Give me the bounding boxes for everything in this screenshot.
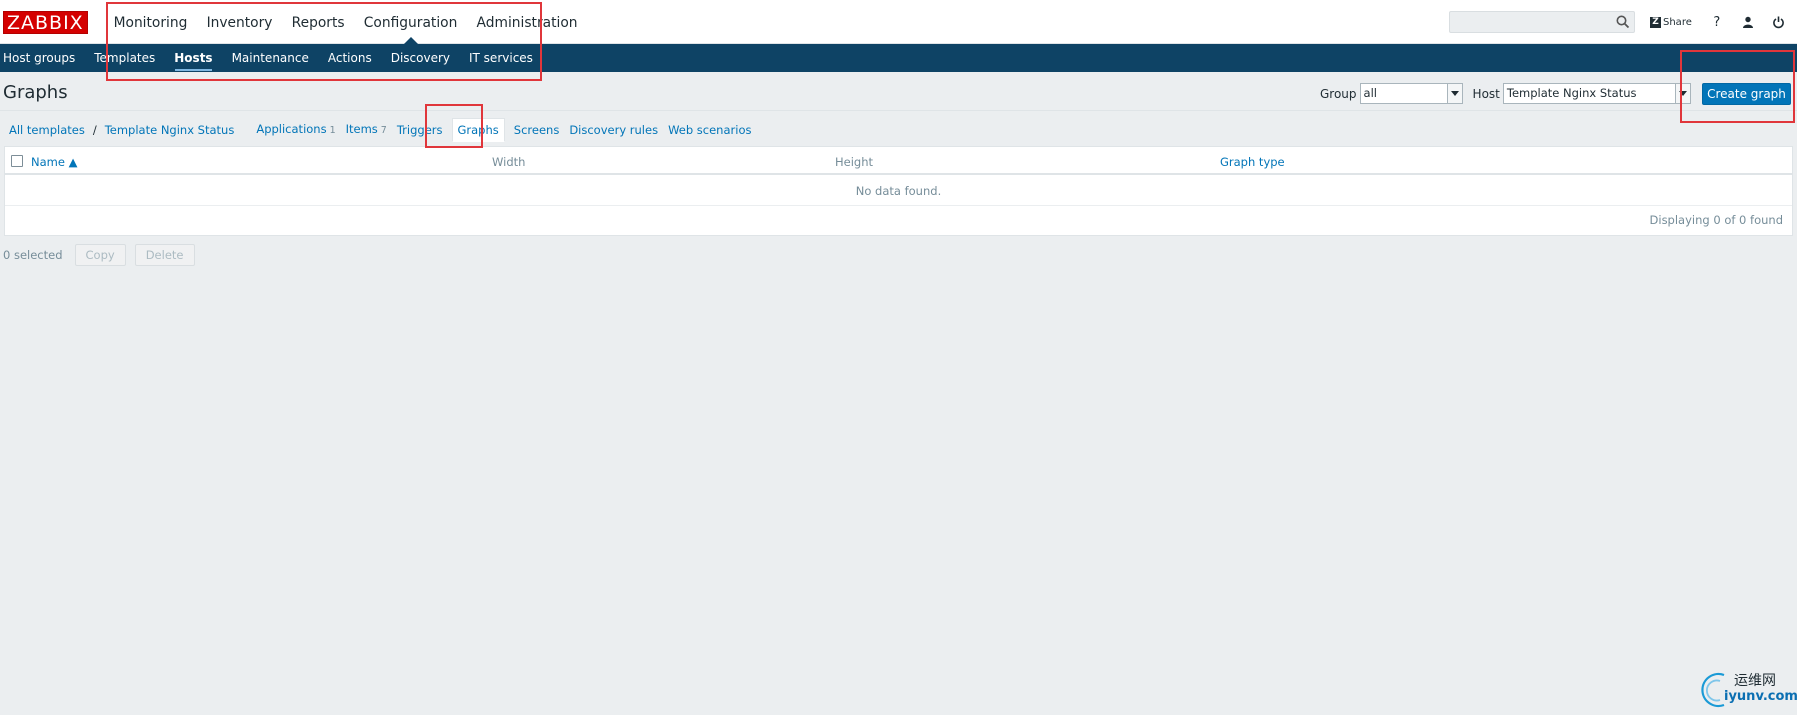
submenu-maintenance[interactable]: Maintenance bbox=[222, 44, 318, 72]
header-divider bbox=[0, 110, 1797, 111]
top-icons: Z Share ? bbox=[1650, 12, 1797, 32]
group-label: Group bbox=[1320, 86, 1357, 101]
share-link[interactable]: Z Share bbox=[1650, 16, 1692, 28]
watermark-en: iyunv.com bbox=[1724, 689, 1797, 704]
tab-graphs[interactable]: Graphs bbox=[451, 118, 505, 142]
sub-menu: Host groups Templates Hosts Maintenance … bbox=[0, 44, 1797, 72]
tab-discovery-rules[interactable]: Discovery rules bbox=[564, 119, 663, 141]
menu-monitoring[interactable]: Monitoring bbox=[104, 0, 197, 44]
column-name[interactable]: Name ▲ bbox=[31, 155, 77, 169]
chevron-down-icon bbox=[1446, 84, 1462, 103]
crumb-separator: / bbox=[92, 123, 97, 137]
search-input[interactable] bbox=[1450, 12, 1610, 32]
zabbix-logo[interactable]: ZABBIX bbox=[3, 11, 88, 34]
select-all-checkbox[interactable] bbox=[11, 155, 23, 167]
items-count: 7 bbox=[380, 125, 387, 136]
menu-configuration[interactable]: Configuration bbox=[354, 0, 467, 44]
menu-administration[interactable]: Administration bbox=[467, 0, 587, 44]
tab-applications-label: Applications bbox=[256, 122, 327, 136]
menu-reports[interactable]: Reports bbox=[282, 0, 354, 44]
tab-triggers[interactable]: Triggers bbox=[392, 119, 448, 141]
submenu-templates[interactable]: Templates bbox=[85, 44, 165, 72]
applications-count: 1 bbox=[329, 125, 336, 136]
table-header: Name ▲ Width Height Graph type bbox=[5, 147, 1792, 175]
tab-screens[interactable]: Screens bbox=[509, 119, 565, 141]
submenu-discovery[interactable]: Discovery bbox=[381, 44, 459, 72]
create-graph-button[interactable]: Create graph bbox=[1702, 83, 1791, 105]
share-label: Share bbox=[1663, 16, 1692, 28]
tab-web-scenarios[interactable]: Web scenarios bbox=[663, 119, 756, 141]
sub-menu-bar: Host groups Templates Hosts Maintenance … bbox=[0, 44, 1797, 72]
main-menu: Monitoring Inventory Reports Configurati… bbox=[104, 0, 587, 44]
menu-inventory[interactable]: Inventory bbox=[197, 0, 282, 44]
column-graph-type[interactable]: Graph type bbox=[1220, 155, 1285, 169]
empty-message: No data found. bbox=[5, 177, 1792, 206]
page-title: Graphs bbox=[3, 82, 68, 103]
submenu-hosts[interactable]: Hosts bbox=[165, 44, 222, 72]
table-footer-count: Displaying 0 of 0 found bbox=[1649, 213, 1783, 227]
submenu-host-groups[interactable]: Host groups bbox=[0, 44, 85, 72]
watermark-cn: 运维网 bbox=[1734, 673, 1776, 689]
submenu-it-services[interactable]: IT services bbox=[460, 44, 543, 72]
tab-applications[interactable]: Applications 1 bbox=[251, 118, 340, 142]
crumb-template[interactable]: Template Nginx Status bbox=[100, 119, 240, 141]
template-breadcrumb: All templates / Template Nginx Status Ap… bbox=[4, 118, 756, 142]
question-icon[interactable]: ? bbox=[1709, 14, 1725, 30]
delete-button[interactable]: Delete bbox=[134, 244, 195, 266]
group-select-value: all bbox=[1363, 86, 1377, 100]
column-width: Width bbox=[492, 155, 526, 169]
top-bar: ZABBIX Monitoring Inventory Reports Conf… bbox=[0, 0, 1797, 44]
mass-actions: 0 selected Copy Delete bbox=[3, 244, 204, 266]
submenu-actions[interactable]: Actions bbox=[318, 44, 381, 72]
search-icon[interactable] bbox=[1615, 14, 1631, 30]
host-label: Host bbox=[1472, 86, 1500, 101]
crumb-all-templates[interactable]: All templates bbox=[4, 119, 90, 141]
filter-controls: Group all Host Template Nginx Status bbox=[1320, 83, 1691, 104]
copy-button[interactable]: Copy bbox=[74, 244, 126, 266]
user-icon[interactable] bbox=[1740, 14, 1756, 30]
power-icon[interactable] bbox=[1771, 14, 1787, 30]
chevron-down-icon bbox=[1674, 84, 1690, 103]
selected-count: 0 selected bbox=[3, 248, 63, 262]
column-height: Height bbox=[835, 155, 874, 169]
watermark: 运维网 iyunv.com bbox=[1694, 667, 1797, 711]
share-z-icon: Z bbox=[1650, 16, 1661, 28]
search-box bbox=[1449, 11, 1635, 33]
host-select-value: Template Nginx Status bbox=[1506, 86, 1637, 100]
graphs-table: Name ▲ Width Height Graph type No data f… bbox=[4, 146, 1793, 236]
tab-items[interactable]: Items 7 bbox=[341, 118, 392, 142]
group-select[interactable]: all bbox=[1359, 83, 1463, 104]
tab-items-label: Items bbox=[345, 122, 378, 136]
host-select[interactable]: Template Nginx Status bbox=[1502, 83, 1691, 104]
